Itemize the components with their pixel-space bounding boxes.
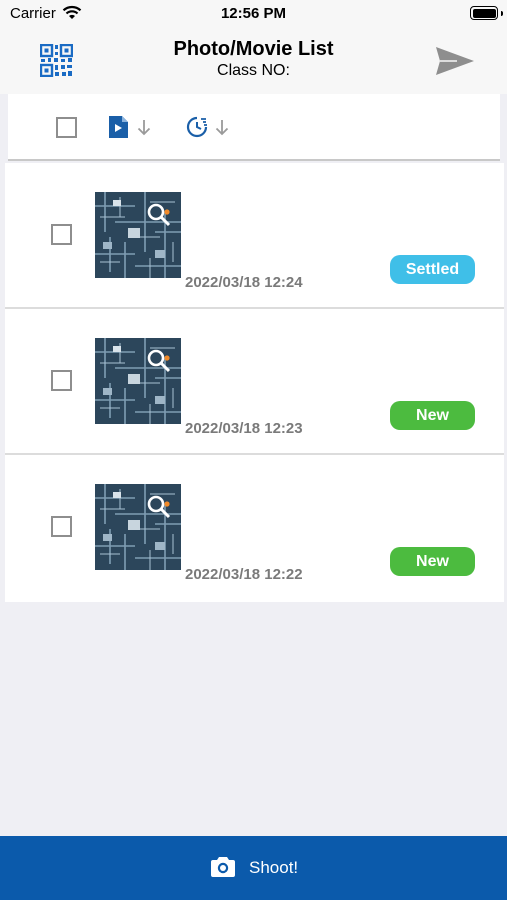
select-all-checkbox[interactable]	[56, 117, 77, 138]
shoot-button[interactable]: Shoot!	[0, 836, 507, 900]
file-video-icon	[109, 116, 128, 138]
status-time: 12:56 PM	[220, 5, 287, 22]
status-badge: New	[390, 547, 475, 576]
zoom-icon[interactable]	[146, 494, 172, 520]
clock-icon	[186, 116, 208, 138]
item-checkbox[interactable]	[51, 224, 72, 245]
arrow-down-icon	[137, 120, 151, 136]
item-timestamp: 2022/03/18 12:24	[185, 274, 303, 291]
send-icon[interactable]	[435, 44, 475, 78]
photo-list: 2022/03/18 12:24 Settled 2022/03/18 12:2…	[5, 163, 504, 602]
status-badge: Settled	[390, 255, 475, 284]
class-number-label: Class NO:	[217, 62, 290, 79]
sort-toolbar	[8, 94, 500, 161]
shoot-label: Shoot!	[249, 858, 299, 877]
list-item[interactable]: 2022/03/18 12:24 Settled	[5, 163, 504, 309]
status-badge: New	[390, 401, 475, 430]
status-bar: Carrier 12:56 PM	[0, 0, 507, 30]
sort-by-time-button[interactable]	[186, 115, 232, 139]
battery-icon	[470, 6, 498, 20]
nav-bar: Photo/Movie List Class NO:	[0, 30, 507, 94]
arrow-down-icon	[215, 120, 229, 136]
item-timestamp: 2022/03/18 12:22	[185, 566, 303, 583]
list-item[interactable]: 2022/03/18 12:22 New	[5, 455, 504, 602]
item-checkbox[interactable]	[51, 516, 72, 537]
sort-by-file-button[interactable]	[108, 115, 154, 139]
camera-icon	[211, 857, 235, 877]
photo-thumbnail[interactable]	[95, 338, 181, 424]
zoom-icon[interactable]	[146, 202, 172, 228]
photo-thumbnail[interactable]	[95, 484, 181, 570]
photo-thumbnail[interactable]	[95, 192, 181, 278]
zoom-icon[interactable]	[146, 348, 172, 374]
item-checkbox[interactable]	[51, 370, 72, 391]
page-title: Photo/Movie List	[173, 38, 334, 60]
list-item[interactable]: 2022/03/18 12:23 New	[5, 309, 504, 455]
item-timestamp: 2022/03/18 12:23	[185, 420, 303, 437]
